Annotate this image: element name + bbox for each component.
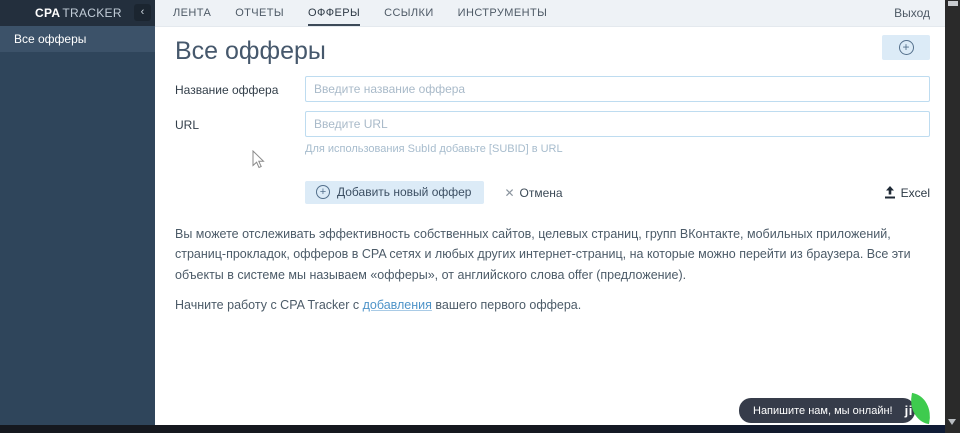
app-logo-rest: TRACKER: [62, 6, 122, 20]
jivo-chat-widget[interactable]: Напишите нам, мы онлайн! jivo: [739, 392, 935, 425]
excel-export-button[interactable]: Excel: [884, 186, 930, 200]
nav-tabs: ЛЕНТА ОТЧЕТЫ ОФФЕРЫ ССЫЛКИ ИНСТРУМЕНТЫ: [173, 0, 547, 26]
offer-name-label: Название оффера: [175, 83, 279, 97]
offer-url-row: URL: [175, 111, 930, 137]
top-navigation: ЛЕНТА ОТЧЕТЫ ОФФЕРЫ ССЫЛКИ ИНСТРУМЕНТЫ В…: [155, 0, 945, 27]
tab-otchety[interactable]: ОТЧЕТЫ: [235, 0, 284, 26]
sidebar-item-all-offers[interactable]: Все офферы: [0, 26, 155, 52]
excel-label: Excel: [900, 185, 930, 200]
main-area: ЛЕНТА ОТЧЕТЫ ОФФЕРЫ ССЫЛКИ ИНСТРУМЕНТЫ В…: [155, 0, 945, 425]
close-icon: ✕: [504, 185, 515, 200]
offer-name-input[interactable]: [305, 76, 930, 102]
scrollbar-track[interactable]: [945, 0, 960, 433]
tab-instrumenty[interactable]: ИНСТРУМЕНТЫ: [458, 0, 548, 26]
page-content: Все офферы + Название оффера URL: [155, 27, 945, 312]
plus-circle-icon: +: [316, 185, 330, 199]
getting-started-prefix: Начните работу с CPA Tracker с: [175, 297, 363, 312]
scroll-down-arrow-icon[interactable]: [948, 419, 956, 425]
sidebar-collapse-button[interactable]: ‹: [134, 4, 151, 21]
app-window: CPA TRACKER ‹ Все офферы ЛЕНТА ОТЧЕТЫ ОФФ…: [0, 0, 960, 433]
offer-url-label: URL: [175, 118, 200, 132]
scroll-up-button[interactable]: [947, 1, 958, 6]
tab-ssylki[interactable]: ССЫЛКИ: [384, 0, 434, 26]
tab-offery[interactable]: ОФФЕРЫ: [308, 0, 361, 26]
app-logo-bold: CPA: [35, 6, 61, 20]
description-text: Вы можете отслеживать эффективность собс…: [175, 227, 911, 282]
chevron-left-icon: ‹: [140, 5, 145, 18]
getting-started-suffix: вашего первого оффера.: [431, 297, 582, 312]
sidebar: CPA TRACKER ‹ Все офферы: [0, 0, 155, 425]
page-title: Все офферы: [175, 37, 326, 65]
sidebar-header: CPA TRACKER ‹: [0, 0, 155, 26]
bottom-edge-bar: [0, 425, 945, 433]
chat-message: Напишите нам, мы онлайн!: [753, 404, 893, 417]
logout-link[interactable]: Выход: [894, 0, 930, 26]
upload-icon: [884, 186, 895, 199]
add-first-offer-link[interactable]: добавления: [363, 298, 432, 312]
form-actions: + Добавить новый оффер ✕ Отмена Excel: [175, 181, 930, 204]
cancel-button[interactable]: ✕ Отмена: [504, 186, 562, 200]
getting-started-text: Начните работу с CPA Tracker с добавлени…: [175, 298, 930, 312]
plus-circle-icon: +: [898, 40, 914, 55]
offer-name-row: Название оффера: [175, 76, 930, 102]
subid-hint: Для использования SubId добавьте [SUBID]…: [305, 143, 563, 155]
sidebar-item-label: Все офферы: [14, 32, 87, 46]
title-row: Все офферы +: [175, 35, 930, 66]
tab-lenta[interactable]: ЛЕНТА: [173, 0, 211, 26]
add-offer-button[interactable]: +: [882, 35, 930, 60]
offer-form: Название оффера URL Для использования Su…: [175, 76, 930, 204]
app-logo: CPA TRACKER: [35, 6, 122, 20]
cancel-label: Отмена: [519, 185, 563, 200]
submit-offer-button[interactable]: + Добавить новый оффер: [305, 181, 485, 204]
submit-offer-label: Добавить новый оффер: [337, 185, 472, 199]
offer-url-input[interactable]: [305, 111, 930, 137]
